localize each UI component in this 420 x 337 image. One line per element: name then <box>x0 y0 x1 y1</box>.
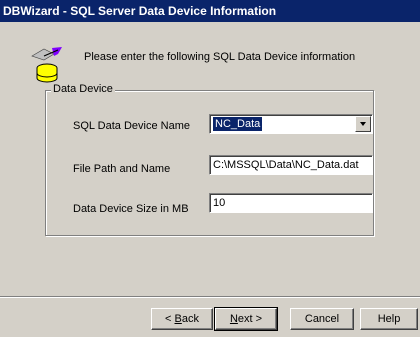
back-button[interactable]: < Back <box>151 308 213 330</box>
button-divider <box>0 296 420 298</box>
back-rest: ack <box>181 313 199 325</box>
device-size-input[interactable]: 10 <box>209 193 373 213</box>
file-path-input[interactable]: C:\MSSQL\Data\NC_Data.dat <box>209 155 373 175</box>
chevron-down-icon <box>360 122 366 126</box>
wizard-window: DBWizard - SQL Server Data Device Inform… <box>0 0 420 337</box>
back-mnemonic: B <box>174 313 182 325</box>
device-size-label: Data Device Size in MB <box>73 203 189 215</box>
next-mnemonic: N <box>229 313 238 325</box>
device-name-label: SQL Data Device Name <box>73 120 190 132</box>
title-bar: DBWizard - SQL Server Data Device Inform… <box>0 0 420 22</box>
database-icon <box>31 47 62 83</box>
next-button[interactable]: Next > <box>214 307 278 331</box>
device-name-combo[interactable]: NC_Data <box>209 114 373 134</box>
device-name-value: NC_Data <box>213 117 263 131</box>
group-label: Data Device <box>51 83 115 95</box>
intro-text: Please enter the following SQL Data Devi… <box>84 51 356 63</box>
file-path-label: File Path and Name <box>73 163 171 175</box>
back-prefix: < <box>165 313 175 325</box>
next-rest: ext > <box>237 313 263 325</box>
dropdown-button[interactable] <box>355 116 371 132</box>
cancel-button[interactable]: Cancel <box>290 308 354 330</box>
help-button[interactable]: Help <box>360 308 418 330</box>
